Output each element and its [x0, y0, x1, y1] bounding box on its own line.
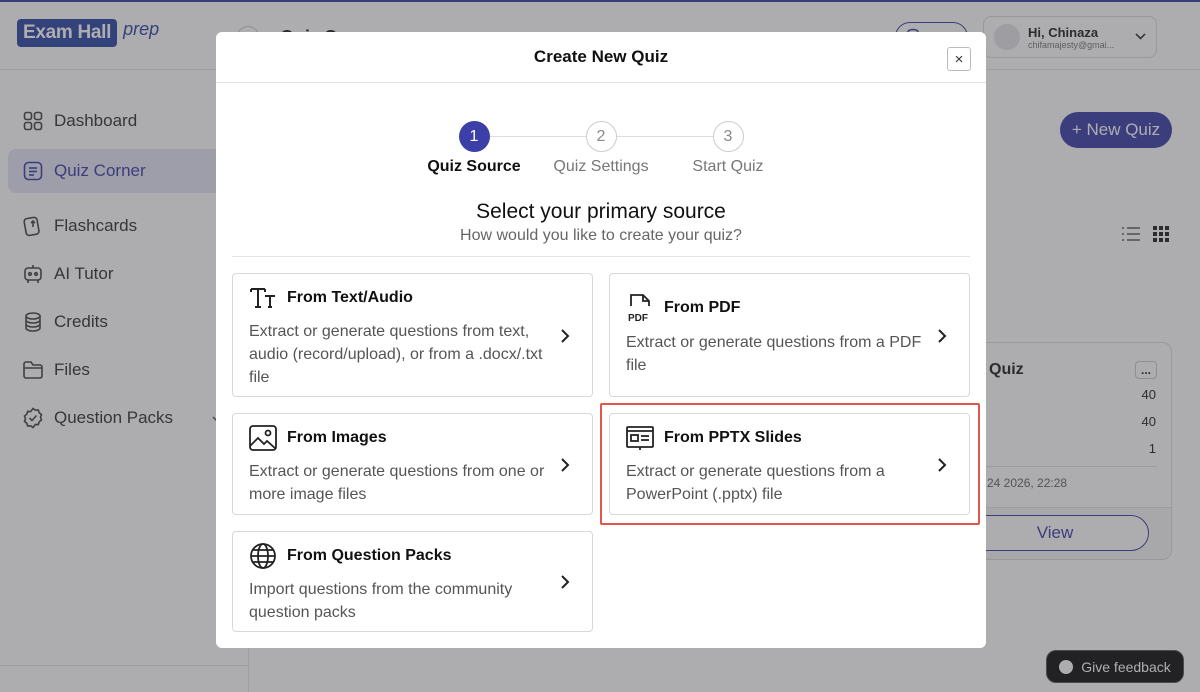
description-line: Extract or generate questions from one o…	[249, 463, 545, 480]
description-line: more image files	[249, 486, 367, 503]
close-button[interactable]: ×	[947, 47, 971, 71]
step-number: 3	[712, 121, 744, 152]
description-line: Extract or generate questions from text,	[249, 323, 530, 340]
create-quiz-modal: Create New Quiz × 1 Quiz Source 2 Quiz S…	[216, 32, 986, 648]
image-icon	[249, 424, 277, 452]
chevron-right-icon	[560, 457, 570, 473]
description-line: question packs	[249, 604, 356, 621]
chevron-right-icon	[937, 328, 947, 344]
chevron-right-icon	[560, 574, 570, 590]
description-line: file	[249, 369, 270, 386]
option-title: From Question Packs	[287, 547, 452, 564]
selection-highlight	[600, 403, 980, 525]
option-description: Import questions from the community ques…	[249, 578, 549, 624]
modal-header: Create New Quiz ×	[216, 32, 986, 83]
modal-title: Create New Quiz	[533, 47, 669, 66]
option-title: From Text/Audio	[287, 289, 413, 306]
option-description: Extract or generate questions from text,…	[249, 320, 549, 389]
description-line: audio (record/upload), or from a .docx/.…	[249, 346, 543, 363]
step-start-quiz: 3 Start Quiz	[668, 121, 788, 176]
pdf-file-icon: PDF	[626, 294, 654, 323]
option-images[interactable]: From Images Extract or generate question…	[232, 413, 593, 515]
globe-icon	[249, 542, 277, 570]
description-line: Import questions from the community	[249, 581, 513, 598]
section-subheading: How would you like to create your quiz?	[460, 227, 742, 244]
description-line: Extract or generate questions from a PDF	[626, 334, 922, 351]
divider	[232, 256, 970, 257]
option-text-audio[interactable]: From Text/Audio Extract or generate ques…	[232, 273, 593, 397]
step-number: 2	[585, 121, 617, 152]
step-quiz-source: 1 Quiz Source	[414, 121, 534, 176]
close-icon: ×	[954, 50, 964, 68]
option-title: From Images	[287, 429, 387, 446]
option-title: From PDF	[664, 299, 741, 316]
step-number: 1	[458, 121, 490, 152]
step-label: Quiz Source	[427, 158, 521, 175]
step-label: Start Quiz	[692, 158, 764, 175]
svg-text:PDF: PDF	[628, 313, 648, 323]
section-heading: Select your primary source	[476, 200, 726, 223]
option-description: Extract or generate questions from a PDF…	[626, 331, 926, 377]
step-quiz-settings: 2 Quiz Settings	[541, 121, 661, 176]
text-format-icon	[249, 284, 277, 312]
option-description: Extract or generate questions from one o…	[249, 460, 549, 506]
description-line: file	[626, 357, 647, 374]
option-question-packs[interactable]: From Question Packs Import questions fro…	[232, 531, 593, 632]
step-label: Quiz Settings	[553, 158, 649, 175]
option-pdf[interactable]: PDF From PDF Extract or generate questio…	[609, 273, 970, 397]
chevron-right-icon	[560, 328, 570, 344]
